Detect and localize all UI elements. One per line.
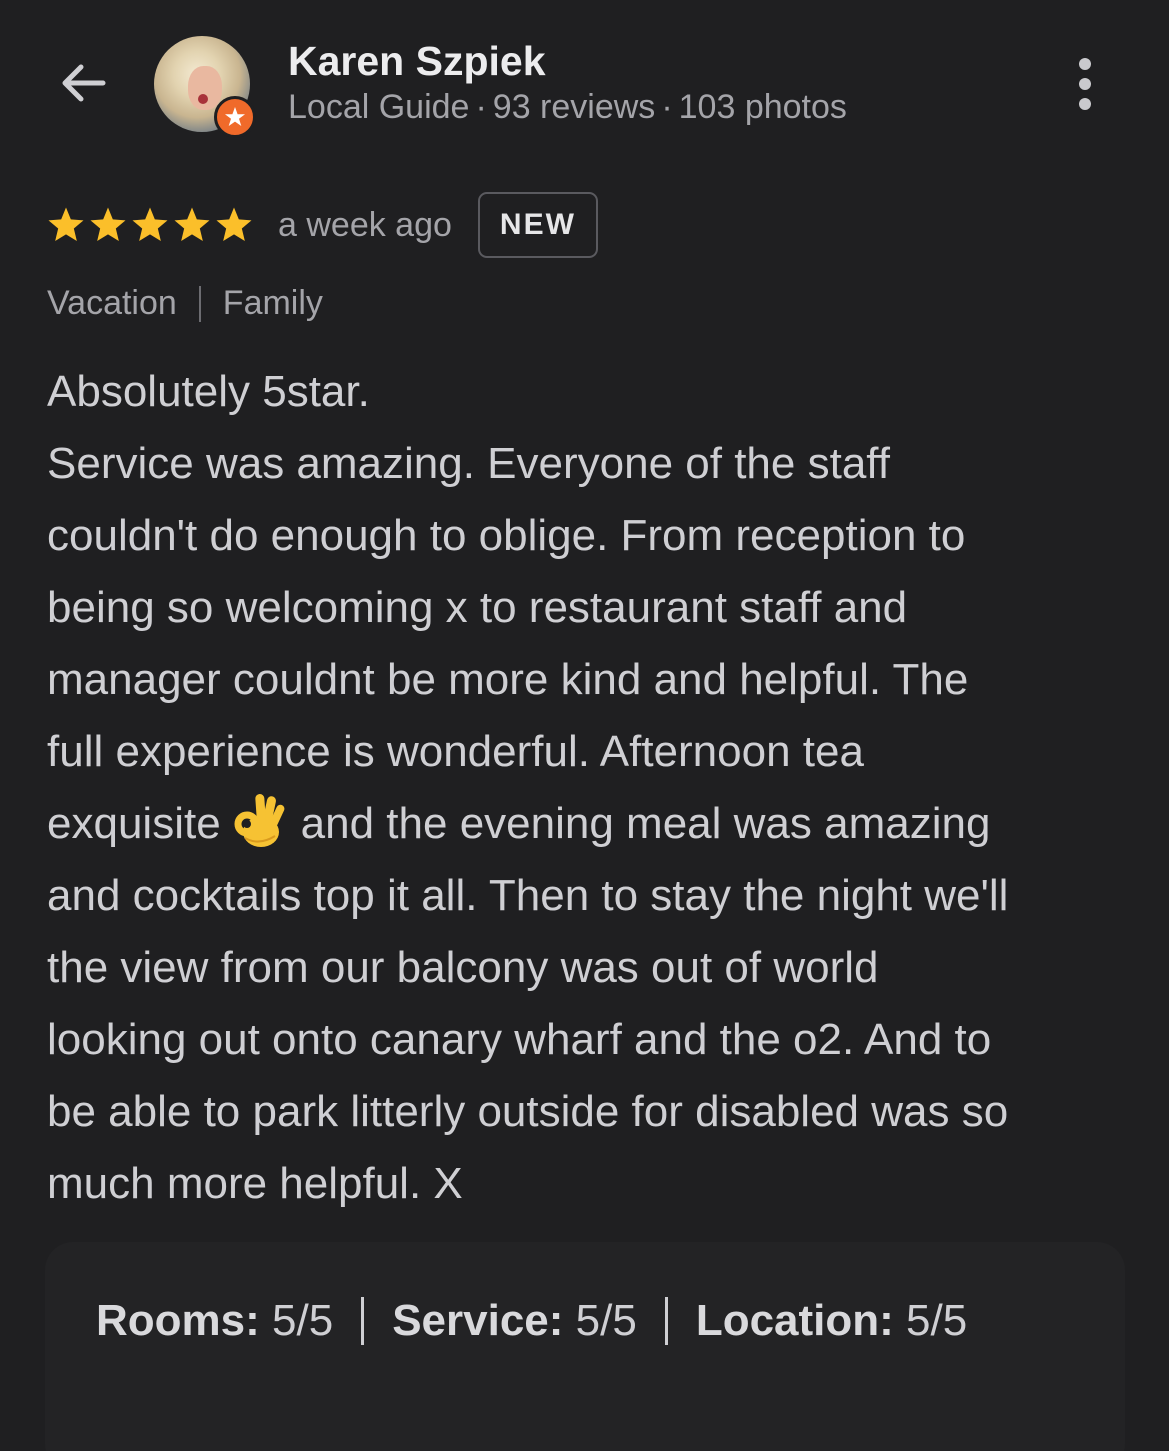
- review-line: looking out onto canary wharf and the o2…: [47, 1015, 992, 1064]
- photos-count: 103 photos: [678, 88, 847, 126]
- trip-tags: Vacation Family: [47, 284, 323, 323]
- new-badge: NEW: [477, 192, 598, 258]
- reviewer-avatar[interactable]: [154, 36, 256, 138]
- separator-dot: ·: [475, 88, 487, 126]
- subrating-divider: [361, 1297, 365, 1345]
- review-line: exquisite and the evening meal was amazi…: [47, 788, 1127, 860]
- star-rating: [46, 205, 254, 245]
- ok-hand-emoji-icon: [234, 794, 285, 848]
- subrating-rooms: Rooms: 5/5: [96, 1296, 333, 1346]
- subratings-card: [45, 1242, 1125, 1451]
- subrating-label: Location:: [695, 1296, 894, 1345]
- subrating-location: Location: 5/5: [696, 1296, 967, 1346]
- subrating-value: 5/5: [906, 1296, 968, 1345]
- reviewer-header: Karen Szpiek Local Guide · 93 reviews · 103 …: [0, 0, 1169, 165]
- star-icon: [174, 207, 210, 241]
- subrating-divider: [664, 1297, 668, 1345]
- subrating-label: Service:: [392, 1296, 564, 1345]
- star-icon: [216, 207, 252, 241]
- reviews-count: 93 reviews: [492, 88, 656, 126]
- more-options-button[interactable]: [1060, 52, 1110, 116]
- review-line: Absolutely 5star.: [47, 367, 370, 416]
- review-line: couldn't do enough to oblige. From recep…: [47, 511, 966, 560]
- separator-dot: ·: [661, 88, 673, 126]
- reviewer-name[interactable]: Karen Szpiek: [288, 38, 546, 85]
- tag-travel-group: Family: [222, 284, 323, 322]
- subrating-value: 5/5: [272, 1296, 334, 1345]
- subrating-service: Service: 5/5: [392, 1296, 637, 1346]
- star-icon: [132, 207, 168, 241]
- local-guide-badge-icon: [214, 96, 256, 138]
- back-button[interactable]: [50, 50, 116, 116]
- rating-row: a week ago NEW: [46, 192, 598, 258]
- subrating-label: Rooms:: [96, 1296, 260, 1345]
- review-line: be able to park litterly outside for dis…: [47, 1087, 1009, 1136]
- review-time: a week ago: [278, 205, 452, 244]
- review-line-part: exquisite: [47, 799, 221, 848]
- tag-trip-type: Vacation: [47, 284, 177, 322]
- tag-divider: [198, 285, 201, 322]
- review-body: Absolutely 5star. Service was amazing. E…: [47, 356, 1127, 1220]
- local-guide-label: Local Guide: [288, 88, 470, 126]
- review-page: Karen Szpiek Local Guide · 93 reviews · 103 …: [0, 0, 1169, 1451]
- subratings-row: Rooms: 5/5 Service: 5/5 Location: 5/5: [96, 1296, 967, 1346]
- review-line: and cocktails top it all. Then to stay t…: [47, 871, 1009, 920]
- review-line: much more helpful. X: [47, 1159, 463, 1208]
- back-arrow-icon: [62, 64, 106, 102]
- subrating-value: 5/5: [575, 1296, 637, 1345]
- more-vert-icon: [1079, 58, 1091, 70]
- review-line: full experience is wonderful. Afternoon …: [47, 727, 864, 776]
- review-line: manager couldnt be more kind and helpful…: [47, 655, 969, 704]
- review-line: Service was amazing. Everyone of the sta…: [47, 439, 890, 488]
- reviewer-stats: Local Guide · 93 reviews · 103 photos: [288, 88, 847, 127]
- star-icon: [90, 207, 126, 241]
- review-line: being so welcoming x to restaurant staff…: [47, 583, 908, 632]
- star-icon: [48, 207, 84, 241]
- review-line-part: and the evening meal was amazing: [300, 799, 991, 848]
- review-line: the view from our balcony was out of wor…: [47, 943, 879, 992]
